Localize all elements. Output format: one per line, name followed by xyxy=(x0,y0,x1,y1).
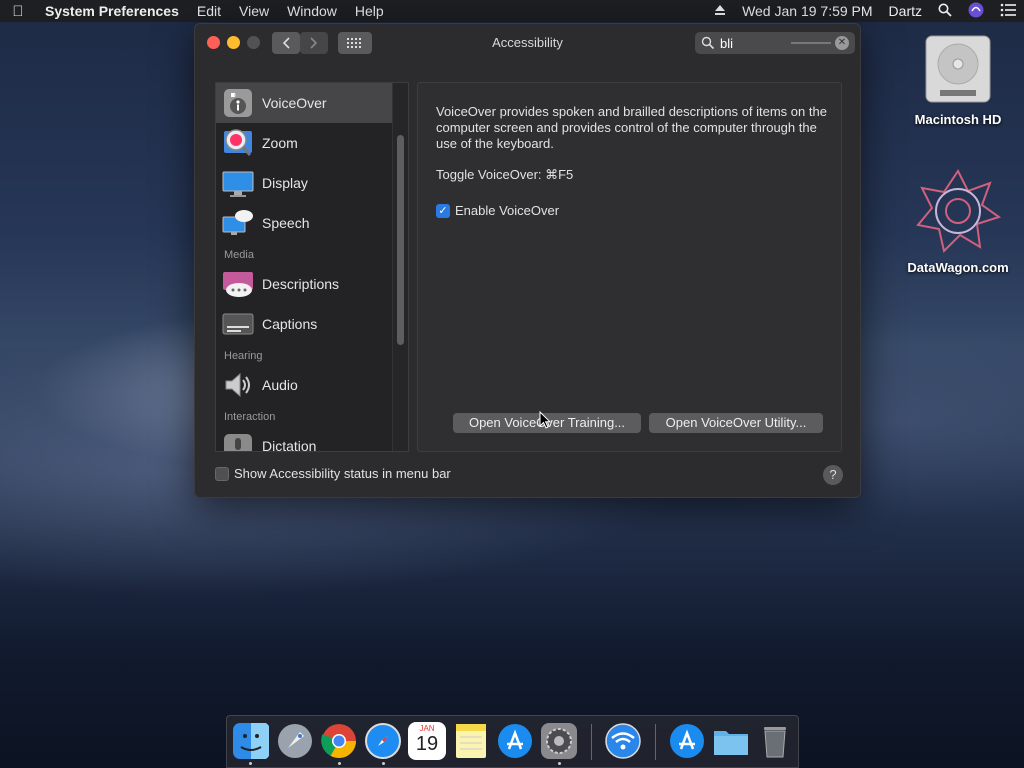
calendar-icon[interactable]: JAN 19 xyxy=(408,722,446,760)
calendar-month: JAN xyxy=(419,724,435,733)
desktop-macintosh-hd[interactable]: Macintosh HD xyxy=(898,30,1018,127)
safari-running-dot xyxy=(382,762,385,765)
dock-separator xyxy=(655,724,656,760)
clear-search-icon[interactable]: ✕ xyxy=(835,36,849,50)
voiceover-description: VoiceOver provides spoken and brailled d… xyxy=(436,104,827,151)
menu-view[interactable]: View xyxy=(230,3,278,19)
display-icon xyxy=(222,171,254,197)
desktop-datawagon[interactable]: DataWagon.com xyxy=(898,168,1018,275)
show-status-label[interactable]: Show Accessibility status in menu bar xyxy=(234,466,451,481)
voiceover-icon xyxy=(224,89,252,117)
sidebar-item-label: Audio xyxy=(262,377,298,393)
open-voiceover-utility-button[interactable]: Open VoiceOver Utility... xyxy=(649,413,823,433)
calendar-day: 19 xyxy=(415,733,439,755)
descriptions-icon xyxy=(223,272,253,297)
launchpad-icon[interactable] xyxy=(276,722,314,760)
voiceover-pane: VoiceOver provides spoken and brailled d… xyxy=(417,82,842,452)
menu-help[interactable]: Help xyxy=(346,3,393,19)
wifi-icon[interactable] xyxy=(604,722,642,760)
sidebar-section-interaction: Interaction xyxy=(224,411,276,423)
sidebar-item-label: VoiceOver xyxy=(262,95,327,111)
sidebar-scrollbar[interactable] xyxy=(392,83,408,451)
sidebar-item-label: Descriptions xyxy=(262,276,340,292)
title-bar: Accessibility bli ✕ xyxy=(195,24,860,62)
sidebar-item-dictation[interactable]: Dictation xyxy=(216,426,392,452)
dock: JAN 19 xyxy=(226,715,799,768)
sidebar-item-label: Speech xyxy=(262,215,310,231)
dictation-icon xyxy=(224,434,252,451)
app-store-folder-icon[interactable] xyxy=(668,722,706,760)
sidebar-item-descriptions[interactable]: Descriptions xyxy=(216,264,392,304)
search-icon xyxy=(701,36,715,50)
zoom-icon xyxy=(224,129,252,156)
notes-icon[interactable] xyxy=(452,722,490,760)
menu-edit[interactable]: Edit xyxy=(188,3,230,19)
menu-app-name[interactable]: System Preferences xyxy=(36,3,188,19)
system-preferences-icon[interactable] xyxy=(540,722,578,760)
enable-voiceover-label[interactable]: Enable VoiceOver xyxy=(455,203,559,218)
sidebar-item-label: Captions xyxy=(262,316,318,332)
hard-drive-icon xyxy=(925,35,991,103)
sidebar-item-voiceover[interactable]: VoiceOver xyxy=(216,83,392,123)
sidebar-item-audio[interactable]: Audio xyxy=(216,365,392,405)
voiceover-shortcut-label: Toggle VoiceOver: ⌘F5 xyxy=(436,167,574,182)
sidebar-item-zoom[interactable]: Zoom xyxy=(216,123,392,163)
app-store-icon[interactable] xyxy=(496,722,534,760)
menu-window[interactable]: Window xyxy=(278,3,346,19)
desktop-datawagon-label: DataWagon.com xyxy=(907,260,1009,275)
accessibility-window: Accessibility bli ✕ VoiceOver Zoom Displ… xyxy=(194,23,861,498)
documents-folder-icon[interactable] xyxy=(712,722,750,760)
finder-running-dot xyxy=(249,762,252,765)
menu-bar:  System Preferences Edit View Window He… xyxy=(0,0,1024,22)
search-input[interactable]: bli xyxy=(720,36,733,51)
sidebar-item-label: Dictation xyxy=(262,438,317,452)
menu-clock[interactable]: Wed Jan 19 7:59 PM xyxy=(734,3,880,19)
captions-icon xyxy=(222,313,254,335)
sidebar-item-captions[interactable]: Captions xyxy=(216,304,392,344)
status-menu-row[interactable]: Show Accessibility status in menu bar xyxy=(215,466,451,481)
scrollbar-thumb[interactable] xyxy=(397,135,404,345)
help-button[interactable]: ? xyxy=(823,465,843,485)
safari-icon[interactable] xyxy=(364,722,402,760)
search-field[interactable]: bli ✕ xyxy=(695,32,855,54)
sidebar-item-display[interactable]: Display xyxy=(216,163,392,203)
chrome-icon[interactable] xyxy=(320,722,358,760)
spotlight-icon[interactable] xyxy=(930,3,960,20)
finder-icon[interactable] xyxy=(232,722,270,760)
enable-voiceover-row[interactable]: ✓ Enable VoiceOver xyxy=(436,203,559,218)
sidebar-section-media: Media xyxy=(224,249,254,261)
apple-menu-icon[interactable]:  xyxy=(0,3,36,20)
mouse-cursor-icon xyxy=(539,411,551,429)
siri-icon[interactable] xyxy=(960,2,992,21)
search-highlight-track xyxy=(791,42,831,44)
trash-icon[interactable] xyxy=(756,722,794,760)
system-preferences-running-dot xyxy=(558,762,561,765)
accessibility-sidebar: VoiceOver Zoom Display Speech Media Desc… xyxy=(215,82,409,452)
eject-icon[interactable] xyxy=(706,3,734,19)
speech-icon xyxy=(222,210,253,235)
enable-voiceover-checkbox[interactable]: ✓ xyxy=(436,203,450,218)
dock-separator xyxy=(591,724,592,760)
menu-user[interactable]: Dartz xyxy=(881,3,930,19)
datawagon-logo-icon xyxy=(916,169,1001,253)
sidebar-item-speech[interactable]: Speech xyxy=(216,203,392,243)
sidebar-section-hearing: Hearing xyxy=(224,350,263,362)
sidebar-item-label: Zoom xyxy=(262,135,298,151)
show-status-checkbox[interactable] xyxy=(215,466,229,481)
notification-center-icon[interactable] xyxy=(992,3,1024,20)
audio-icon xyxy=(225,372,250,398)
desktop-hd-label: Macintosh HD xyxy=(914,112,1002,127)
sidebar-item-label: Display xyxy=(262,175,308,191)
chrome-running-dot xyxy=(338,762,341,765)
